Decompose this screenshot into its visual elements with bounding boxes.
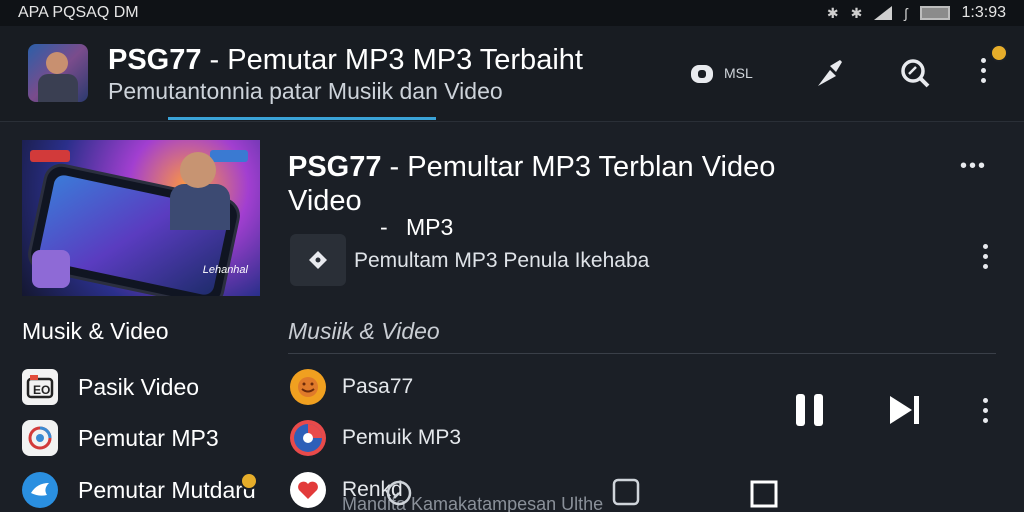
hero-row-menu-button[interactable] (982, 244, 988, 269)
right-section-header: Musiik & Video (288, 318, 440, 344)
section-divider (288, 353, 996, 354)
cast-label: MSL (724, 65, 753, 81)
hero-row-text: Pemultam MP3 Penula Ikehaba (354, 249, 650, 272)
music-disc-icon (290, 420, 326, 456)
overflow-menu-button[interactable] (980, 58, 986, 83)
right-list-item[interactable]: Pasa77 (290, 369, 413, 405)
tag-icon (309, 251, 327, 269)
left-list-item[interactable]: Pemutar MP3 (22, 420, 219, 456)
left-list-item-label: Pemutar Mutdard (78, 476, 256, 503)
bottom-ghost-text: Mandita Kamakatampesan Ulthe (342, 494, 604, 512)
svg-text:EO: EO (33, 383, 50, 397)
vibrate-icon: ʃ (904, 5, 908, 21)
battery-icon (919, 6, 950, 20)
nav-home-button[interactable] (612, 478, 640, 512)
left-list-item-label: Pemutar MP3 (78, 424, 219, 451)
pin-button[interactable] (812, 56, 846, 90)
avatar-icon (290, 369, 326, 405)
app-bar: PSG77 - Pemutar MP3 MP3 Terbaiht Pemutan… (0, 26, 1024, 122)
app-title-bold: PSG77 (108, 44, 202, 76)
tab-indicator (168, 117, 436, 120)
square-icon (612, 478, 640, 506)
search-icon (901, 59, 930, 88)
left-list-item[interactable]: EO Pasik Video (22, 369, 199, 405)
app-title: PSG77 - Pemutar MP3 MP3 Terbaiht (108, 44, 583, 77)
right-list-item-label: Pemuik MP3 (342, 426, 462, 449)
hero-title: PSG77 - Pemultar MP3 Terblan Video Video (288, 150, 848, 218)
pin-icon (818, 60, 842, 86)
hero-thumbnail[interactable]: Lehanhal (22, 140, 260, 296)
status-left-text: APA PQSAQ DM (18, 4, 139, 21)
cast-button[interactable]: MSL (688, 56, 753, 90)
heart-icon (290, 472, 326, 508)
hero-title-bold: PSG77 (288, 151, 382, 183)
left-list-item[interactable]: Pemutar Mutdard (22, 472, 256, 508)
right-list-item-label: Pasa77 (342, 375, 414, 398)
bird-app-icon (22, 472, 58, 508)
nav-history-button[interactable] (384, 478, 414, 512)
music-app-icon (22, 420, 58, 456)
video-player-icon: EO (22, 369, 58, 405)
app-title-rest: - Pemutar MP3 MP3 Terbaiht (201, 44, 583, 76)
signal-icon (874, 6, 893, 20)
app-logo[interactable] (28, 44, 88, 102)
pause-icon (796, 394, 823, 426)
bluetooth-icon: ✱ (850, 4, 863, 21)
nav-recents-button[interactable] (750, 480, 778, 512)
right-list-item[interactable]: Pemuik MP3 (290, 420, 461, 456)
left-section-header: Musik & Video (22, 318, 169, 344)
notification-badge (990, 44, 1008, 62)
status-icons: ✱ ✱ ʃ 1:3:93 (827, 4, 1006, 22)
recents-icon (750, 480, 778, 508)
hero-row-icon-button[interactable] (290, 234, 346, 286)
status-bar: APA PQSAQ DM ✱ ✱ ʃ 1:3:93 (0, 0, 1024, 26)
search-button[interactable] (898, 56, 932, 90)
status-time: 1:3:93 (961, 4, 1006, 21)
cast-icon (691, 65, 713, 83)
app-subtitle: Pemutantonnia patar Musiik dan Video (108, 78, 503, 104)
hero-subtitle: MP3 (406, 214, 454, 240)
left-item-badge (240, 472, 258, 490)
next-button[interactable] (888, 394, 922, 431)
bluetooth-icon: ✱ (826, 4, 839, 21)
clock-icon (386, 480, 412, 506)
thumbnail-brand: Lehanhal (202, 264, 248, 276)
hero-more-button[interactable]: ••• (960, 155, 987, 178)
player-menu-button[interactable] (982, 398, 988, 423)
skip-next-icon (890, 396, 919, 424)
pause-button[interactable] (794, 392, 826, 433)
hero-subtitle-dash: - (380, 214, 388, 240)
left-list-item-label: Pasik Video (78, 373, 200, 400)
